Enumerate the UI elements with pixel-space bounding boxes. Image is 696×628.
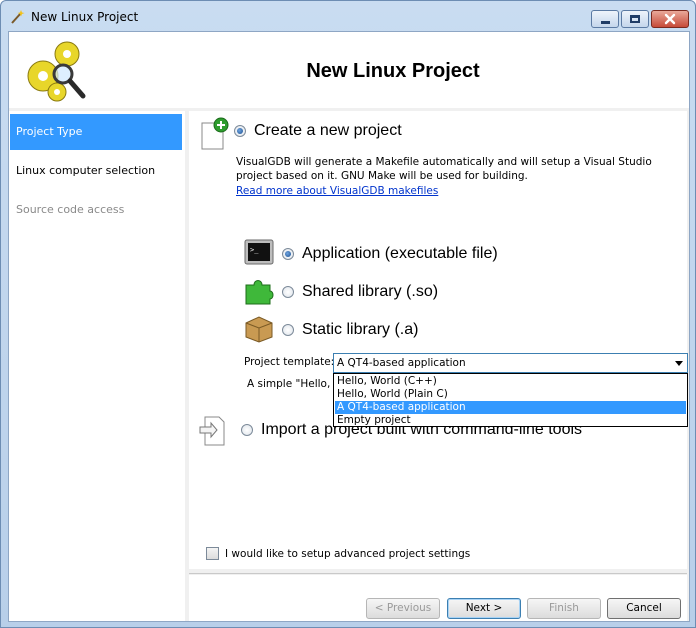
template-option-empty-project[interactable]: Empty project	[335, 414, 686, 427]
import-document-icon	[199, 416, 225, 446]
sidebar-item-source-code-access: Source code access	[16, 203, 125, 216]
advanced-settings-label: I would like to setup advanced project s…	[225, 548, 471, 560]
create-new-project-radio[interactable]	[234, 125, 246, 137]
makefile-description: VisualGDB will generate a Makefile autom…	[236, 156, 652, 182]
maximize-icon	[630, 15, 640, 23]
sidebar-item-project-type[interactable]: Project Type	[10, 114, 182, 150]
sidebar: Project Type Linux computer selection So…	[9, 111, 185, 621]
close-button[interactable]	[651, 10, 689, 28]
cancel-button[interactable]: Cancel	[607, 598, 681, 619]
shared-library-radio[interactable]	[282, 286, 294, 298]
wizard-client: New Linux Project Project Type Linux com…	[8, 31, 690, 622]
static-library-label: Static library (.a)	[302, 321, 419, 338]
title-bar: New Linux Project	[1, 1, 695, 31]
finish-button: Finish	[527, 598, 601, 619]
project-type-panel: Create a new project VisualGDB will gene…	[189, 111, 688, 569]
new-document-icon	[201, 117, 229, 150]
template-option-hello-world-cpp[interactable]: Hello, World (C++)	[335, 375, 686, 388]
application-radio[interactable]	[282, 248, 294, 260]
window-title: New Linux Project	[31, 10, 139, 24]
chevron-down-icon[interactable]	[675, 361, 683, 366]
next-button[interactable]: Next >	[447, 598, 521, 619]
project-template-value: A QT4-based application	[337, 357, 466, 369]
template-option-hello-world-c[interactable]: Hello, World (Plain C)	[335, 388, 686, 401]
gears-magnifier-icon	[27, 41, 86, 102]
minimize-icon	[600, 20, 610, 24]
close-icon	[664, 13, 676, 25]
wizard-window: New Linux Project New Linux Project Proj…	[0, 0, 696, 628]
page-title: New Linux Project	[306, 60, 480, 82]
sidebar-item-linux-computer-selection[interactable]: Linux computer selection	[10, 153, 182, 189]
template-description: A simple "Hello, W	[247, 378, 345, 390]
application-label: Application (executable file)	[302, 245, 498, 262]
minimize-button[interactable]	[591, 10, 619, 28]
shared-library-label: Shared library (.so)	[302, 283, 439, 300]
advanced-settings-checkbox[interactable]	[206, 547, 219, 560]
import-project-radio[interactable]	[241, 424, 253, 436]
svg-text:>_: >_	[250, 246, 259, 254]
visualgdb-makefiles-link[interactable]: Read more about VisualGDB makefiles	[236, 185, 438, 197]
box-icon	[245, 316, 273, 343]
header: New Linux Project	[9, 32, 689, 108]
terminal-icon: >_	[244, 239, 274, 265]
template-option-qt4[interactable]: A QT4-based application	[335, 401, 686, 414]
maximize-button[interactable]	[621, 10, 649, 28]
puzzle-piece-icon	[245, 280, 274, 305]
project-template-combo[interactable]: A QT4-based application	[333, 353, 688, 373]
project-template-dropdown: Hello, World (C++) Hello, World (Plain C…	[333, 373, 688, 427]
wizard-wand-icon	[11, 10, 25, 24]
footer-divider	[189, 573, 687, 574]
create-new-project-label: Create a new project	[254, 122, 402, 139]
previous-button: < Previous	[366, 598, 440, 619]
project-template-label: Project template:	[244, 356, 335, 368]
static-library-radio[interactable]	[282, 324, 294, 336]
